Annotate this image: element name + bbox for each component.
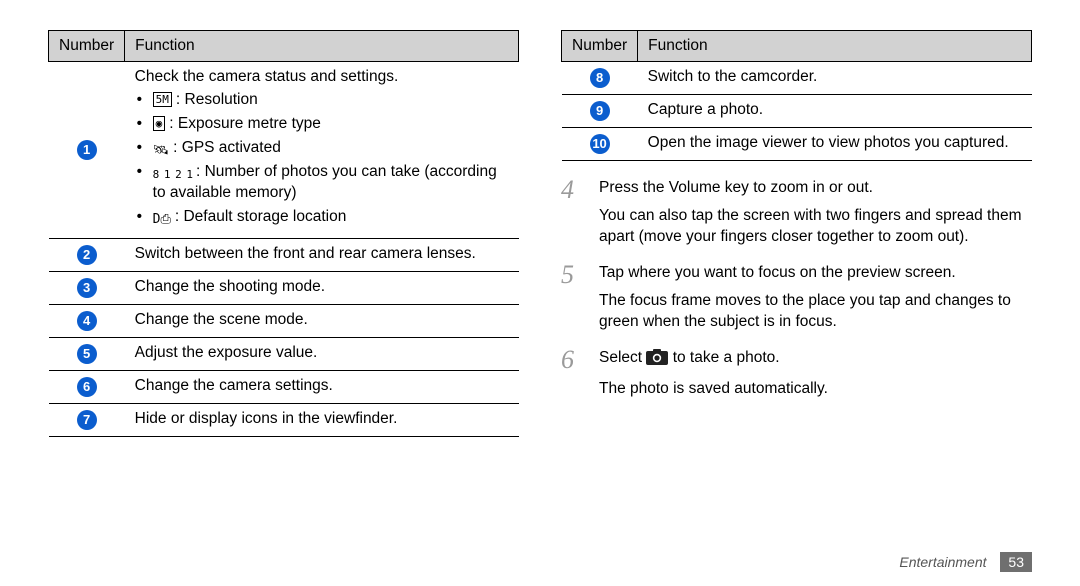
row-intro: Check the camera status and settings. [135, 68, 509, 86]
header-number: Number [562, 31, 638, 62]
table-row: 2 Switch between the front and rear camer… [49, 238, 519, 271]
number-cell: 5 [49, 337, 125, 370]
bullet-item: 8 1 2 1: Number of photos you can take (… [135, 162, 509, 204]
function-cell: Change the shooting mode. [125, 271, 519, 304]
step: 5 Tap where you want to focus on the prev… [561, 262, 1032, 333]
function-cell: Check the camera status and settings. 5M:… [125, 62, 519, 239]
function-cell: Switch between the front and rear camera… [125, 238, 519, 271]
gps-icon: 🛰 [153, 142, 170, 160]
function-cell: Switch to the camcorder. [638, 62, 1032, 95]
exposure-icon: ◉ [153, 116, 166, 131]
table-row: 5 Adjust the exposure value. [49, 337, 519, 370]
left-column: Number Function 1 Check the camera status… [48, 30, 519, 437]
number-cell: 3 [49, 271, 125, 304]
step-line: Select to take a photo. [599, 347, 828, 372]
page: Number Function 1 Check the camera status… [0, 0, 1080, 586]
camera-icon [646, 349, 668, 372]
number-cell: 8 [562, 62, 638, 95]
function-cell: Hide or display icons in the viewfinder. [125, 403, 519, 436]
function-cell: Adjust the exposure value. [125, 337, 519, 370]
number-badge: 6 [77, 377, 97, 397]
page-footer: Entertainment 53 [899, 552, 1032, 572]
header-number: Number [49, 31, 125, 62]
number-badge: 9 [590, 101, 610, 121]
step-line: You can also tap the screen with two fin… [599, 205, 1032, 248]
step-body: Press the Volume key to zoom in or out. Y… [599, 177, 1032, 248]
number-badge: 5 [77, 344, 97, 364]
table-row: 8 Switch to the camcorder. [562, 62, 1032, 95]
step: 4Press the Volume key to zoom in or out.… [561, 177, 1032, 248]
step-number: 5 [561, 262, 585, 333]
storage-icon: D⎙ [153, 211, 171, 229]
bullet-item: 5M: Resolution [135, 90, 509, 111]
step-line: The photo is saved automatically. [599, 378, 828, 400]
number-cell: 6 [49, 370, 125, 403]
resolution-icon: 5M [153, 92, 172, 107]
header-function: Function [125, 31, 519, 62]
two-column-layout: Number Function 1 Check the camera status… [48, 30, 1032, 437]
function-cell: Change the camera settings. [125, 370, 519, 403]
page-number: 53 [1000, 552, 1032, 572]
number-badge: 1 [77, 140, 97, 160]
left-table: Number Function 1 Check the camera status… [48, 30, 519, 437]
right-table: Number Function 8 Switch to the camcorder… [561, 30, 1032, 161]
count-icon: 8 1 2 1 [153, 168, 192, 183]
table-row: 7 Hide or display icons in the viewfinder… [49, 403, 519, 436]
steps-list: 4Press the Volume key to zoom in or out.… [561, 177, 1032, 400]
bullet-list: 5M: Resolution ◉: Exposure metre type 🛰: G… [135, 90, 509, 229]
number-badge: 3 [77, 278, 97, 298]
number-cell: 7 [49, 403, 125, 436]
bullet-item: ◉: Exposure metre type [135, 114, 509, 135]
number-badge: 7 [77, 410, 97, 430]
step-body: Select to take a photo. The photo is save… [599, 347, 828, 399]
step-body: Tap where you want to focus on the previ… [599, 262, 1032, 333]
number-cell: 1 [49, 62, 125, 239]
function-cell: Open the image viewer to view photos you… [638, 128, 1032, 161]
step-line: Press the Volume key to zoom in or out. [599, 177, 1032, 199]
number-cell: 10 [562, 128, 638, 161]
step-line: The focus frame moves to the place you t… [599, 290, 1032, 333]
number-badge: 4 [77, 311, 97, 331]
table-row: 4 Change the scene mode. [49, 304, 519, 337]
step: 6 Select to take a photo. The photo is sav… [561, 347, 1032, 399]
number-badge: 10 [590, 134, 610, 154]
number-badge: 8 [590, 68, 610, 88]
number-cell: 2 [49, 238, 125, 271]
bullet-item: 🛰: GPS activated [135, 138, 509, 160]
step-number: 6 [561, 347, 585, 399]
section-name: Entertainment [899, 554, 986, 570]
bullet-item: D⎙: Default storage location [135, 207, 509, 229]
step-number: 4 [561, 177, 585, 248]
table-row: 9 Capture a photo. [562, 95, 1032, 128]
step-line: Tap where you want to focus on the previ… [599, 262, 1032, 284]
number-badge: 2 [77, 245, 97, 265]
table-row: 3 Change the shooting mode. [49, 271, 519, 304]
number-cell: 4 [49, 304, 125, 337]
right-column: Number Function 8 Switch to the camcorder… [561, 30, 1032, 437]
header-function: Function [638, 31, 1032, 62]
function-cell: Capture a photo. [638, 95, 1032, 128]
number-cell: 9 [562, 95, 638, 128]
function-cell: Change the scene mode. [125, 304, 519, 337]
table-row: 6 Change the camera settings. [49, 370, 519, 403]
table-row: 1 Check the camera status and settings. 5M… [49, 62, 519, 239]
table-row: 10 Open the image viewer to view photos y… [562, 128, 1032, 161]
